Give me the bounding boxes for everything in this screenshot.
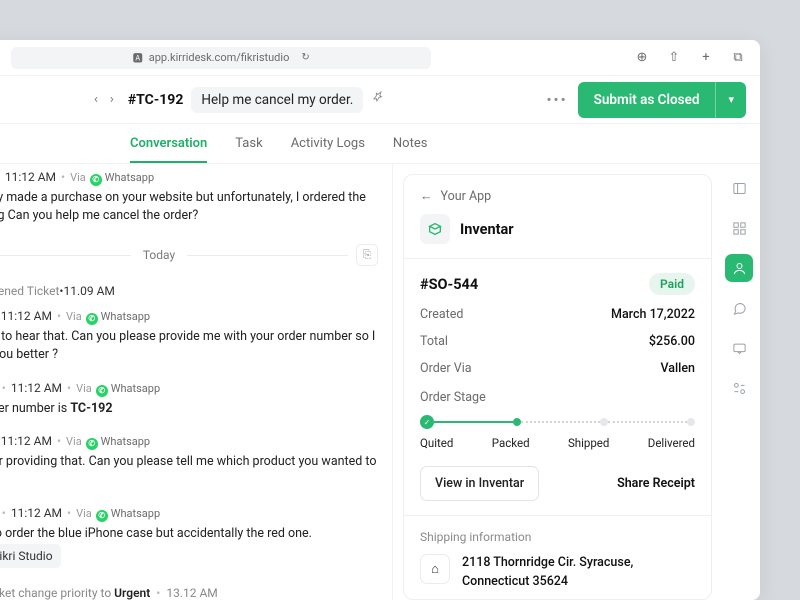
tab-notes[interactable]: Notes xyxy=(393,136,428,151)
app-name: Inventar xyxy=(460,221,514,238)
browser-toolbar: ◐ 🅰 app.kirridesk.com/fikristudio ↻ ⊕ ⇧ … xyxy=(0,40,760,76)
ticket-header: ‹ › #TC-192 Help me cancel my order. •••… xyxy=(0,76,760,124)
arrow-left-icon: ← xyxy=(420,189,433,204)
message: dio•11:12 AM•Via ✆Whatsapp ou for provid… xyxy=(0,428,378,500)
home-icon: ⌂ xyxy=(420,554,450,584)
rail-user-icon[interactable] xyxy=(725,254,753,282)
tab-activity-logs[interactable]: Activity Logs xyxy=(291,136,365,151)
tabs-icon[interactable]: ⧉ xyxy=(730,50,746,66)
content-area: orla•11:12 AM•Via ✆Whatsapp cently made … xyxy=(0,164,760,600)
app-window: ◐ 🅰 app.kirridesk.com/fikristudio ↻ ⊕ ⇧ … xyxy=(0,40,760,600)
submit-closed-button[interactable]: Submit as Closed xyxy=(578,82,716,118)
reload-icon[interactable]: ↻ xyxy=(301,52,309,63)
conversation-column: orla•11:12 AM•Via ✆Whatsapp cently made … xyxy=(0,164,392,600)
ticket-title[interactable]: Help me cancel my order. xyxy=(191,87,363,113)
pin-icon[interactable] xyxy=(373,91,386,108)
order-panel: ← Your App Inventar #SO-544 Paid Created… xyxy=(403,174,712,600)
submit-dropdown-icon[interactable]: ▾ xyxy=(715,82,746,118)
rail-chat-icon[interactable] xyxy=(725,294,753,322)
url-bar[interactable]: 🅰 app.kirridesk.com/fikristudio ↻ xyxy=(11,47,431,69)
side-panel-wrap: ← Your App Inventar #SO-544 Paid Created… xyxy=(392,164,760,600)
status-badge: Paid xyxy=(649,273,695,295)
tab-conversation[interactable]: Conversation xyxy=(130,136,207,163)
mention-chip[interactable]: @Fikri Studio xyxy=(0,544,61,568)
message: zorla•11:12 AM•Via ✆Whatsapp e order num… xyxy=(0,375,378,428)
more-menu-icon[interactable]: ••• xyxy=(546,91,567,109)
order-stage-track: ✓ xyxy=(420,415,695,429)
lock-icon: 🅰 xyxy=(133,50,143,65)
rail-settings-icon[interactable] xyxy=(725,374,753,402)
whatsapp-icon: ✆ xyxy=(96,510,108,522)
date-divider: Today ⎘ xyxy=(0,244,378,266)
message: zorla•11:12 AM•Via ✆Whatsapp ted to orde… xyxy=(0,500,378,577)
rail-comment-icon[interactable] xyxy=(725,334,753,362)
order-id: #SO-544 xyxy=(420,276,478,293)
download-icon[interactable]: ⊕ xyxy=(634,50,650,66)
view-inventar-button[interactable]: View in Inventar xyxy=(420,466,539,501)
message: orla•11:12 AM•Via ✆Whatsapp cently made … xyxy=(0,164,378,236)
rail-sidebar-icon[interactable] xyxy=(725,174,753,202)
message: dio•11:12 AM•Via ✆Whatsapp sorry to hear… xyxy=(0,303,378,375)
whatsapp-icon: ✆ xyxy=(86,438,98,450)
collapse-panel-icon[interactable]: ⎘ xyxy=(356,244,378,266)
rail-grid-icon[interactable] xyxy=(725,214,753,242)
tab-task[interactable]: Task xyxy=(235,136,262,151)
ticket-id: #TC-192 xyxy=(128,92,184,108)
browser-actions: ⊕ ⇧ + ⧉ xyxy=(634,50,746,66)
panel-back[interactable]: ← Your App xyxy=(420,189,695,204)
url-text: app.kirridesk.com/fikristudio xyxy=(149,51,290,64)
tab-bar: Conversation Task Activity Logs Notes xyxy=(0,124,760,164)
new-tab-icon[interactable]: + xyxy=(698,50,714,66)
system-log: io Ticket change priority to Urgent•13.1… xyxy=(0,578,378,600)
whatsapp-icon: ✆ xyxy=(96,385,108,397)
app-logo-icon xyxy=(420,214,450,244)
system-opened: io Opened Ticket•11.09 AM xyxy=(0,274,378,303)
shipping-address: 2118 Thornridge Cir. Syracuse, Connectic… xyxy=(462,554,695,592)
share-icon[interactable]: ⇧ xyxy=(666,50,682,66)
nav-back-icon[interactable]: ‹ xyxy=(88,92,104,107)
right-rail xyxy=(718,164,760,600)
whatsapp-icon: ✆ xyxy=(86,313,98,325)
stage-dot-done: ✓ xyxy=(420,415,434,429)
nav-forward-icon[interactable]: › xyxy=(104,92,120,107)
share-receipt-link[interactable]: Share Receipt xyxy=(617,476,695,491)
whatsapp-icon: ✆ xyxy=(90,174,102,186)
